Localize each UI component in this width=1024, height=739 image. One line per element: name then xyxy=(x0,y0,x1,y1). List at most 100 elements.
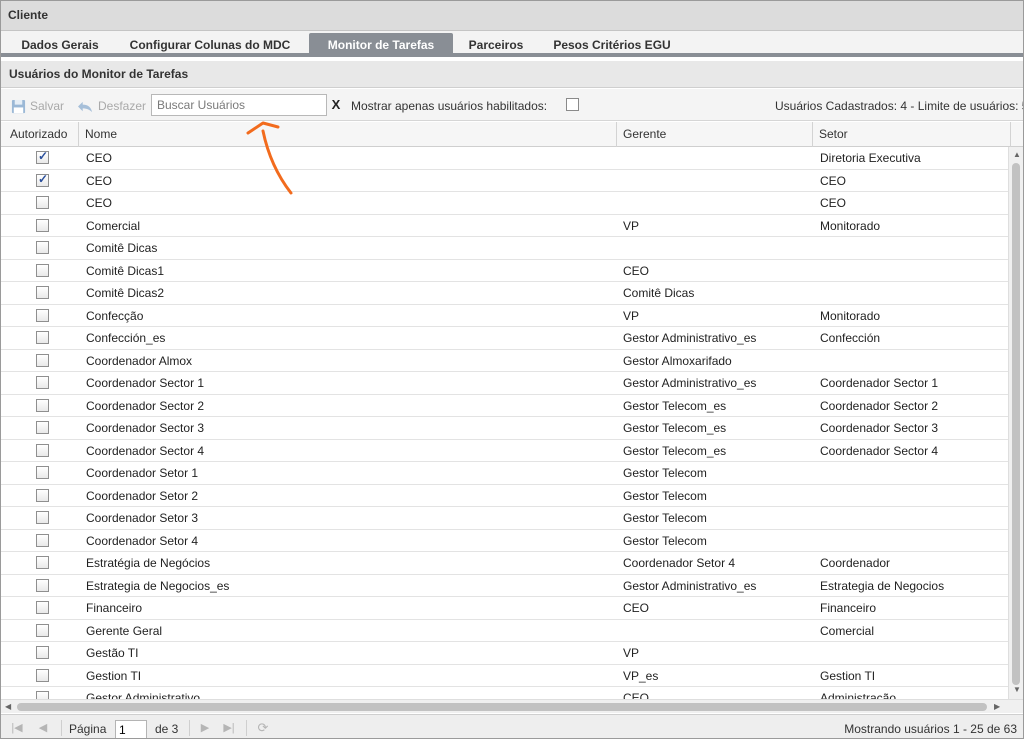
cell-nome: Coordenador Setor 2 xyxy=(86,488,199,503)
table-row[interactable]: CEO CEO xyxy=(1,192,1008,215)
authorized-checkbox[interactable] xyxy=(36,466,49,479)
vertical-scroll-thumb[interactable] xyxy=(1012,163,1020,685)
cell-nome: Gerente Geral xyxy=(86,623,163,638)
authorized-checkbox[interactable] xyxy=(36,149,49,164)
table-row[interactable]: Confección_es Gestor Administrativo_es Con… xyxy=(1,327,1008,350)
save-button[interactable]: Salvar xyxy=(11,97,64,115)
scroll-up-icon[interactable]: ▲ xyxy=(1013,150,1021,159)
authorized-checkbox[interactable] xyxy=(36,241,49,254)
cell-gerente: Gestor Almoxarifado xyxy=(623,353,732,368)
tab-configurar-colunas[interactable]: Configurar Colunas do MDC xyxy=(119,33,301,57)
table-row[interactable]: Coordenador Setor 1 Gestor Telecom xyxy=(1,462,1008,485)
authorized-checkbox[interactable] xyxy=(36,218,49,232)
authorized-checkbox[interactable] xyxy=(36,353,49,367)
window-title: Cliente xyxy=(8,8,49,22)
table-row[interactable]: Gestor Administrativo CEO Administração xyxy=(1,687,1008,699)
vertical-scrollbar[interactable]: ▲ ▼ xyxy=(1008,147,1023,699)
tab-pesos-criterios[interactable]: Pesos Critérios EGU xyxy=(541,33,683,57)
authorized-checkbox[interactable] xyxy=(36,172,49,187)
table-row[interactable]: Confecção VP Monitorado xyxy=(1,305,1008,327)
cell-gerente: Gestor Telecom xyxy=(623,533,707,548)
authorized-checkbox[interactable] xyxy=(36,556,49,569)
table-row[interactable]: Coordenador Almox Gestor Almoxarifado xyxy=(1,350,1008,372)
scroll-left-icon[interactable]: ◀ xyxy=(5,702,11,711)
table-row[interactable]: Coordenador Setor 2 Gestor Telecom xyxy=(1,485,1008,507)
cell-setor: Estrategia de Negocios xyxy=(820,578,945,593)
table-row[interactable]: Coordenador Setor 3 Gestor Telecom xyxy=(1,507,1008,530)
section-header: Usuários do Monitor de Tarefas xyxy=(1,61,1023,88)
authorized-checkbox[interactable] xyxy=(36,376,49,389)
column-header-nome[interactable]: Nome xyxy=(79,122,617,147)
window-frame: Cliente Dados Gerais Configurar Colunas … xyxy=(0,0,1024,739)
scroll-down-icon[interactable]: ▼ xyxy=(1013,685,1021,694)
table-row[interactable]: Comitê Dicas1 CEO xyxy=(1,260,1008,282)
authorized-checkbox[interactable] xyxy=(36,488,49,502)
table-row[interactable]: Gerente Geral Comercial xyxy=(1,620,1008,642)
save-label: Salvar xyxy=(30,99,65,113)
cell-nome: Gestion TI xyxy=(86,668,142,683)
only-enabled-checkbox[interactable] xyxy=(566,98,579,111)
authorized-checkbox[interactable] xyxy=(36,668,49,682)
authorized-checkbox[interactable] xyxy=(36,511,49,524)
authorized-checkbox[interactable] xyxy=(36,286,49,299)
horizontal-scrollbar[interactable]: ◀ ▶ xyxy=(1,699,1023,713)
page-number-input[interactable] xyxy=(115,720,147,738)
table-row[interactable]: CEO CEO xyxy=(1,170,1008,192)
cell-setor: Coordenador Sector 3 xyxy=(820,421,939,435)
table-row[interactable]: Comitê Dicas xyxy=(1,237,1008,260)
table-row[interactable]: CEO Diretoria Executiva xyxy=(1,147,1008,170)
scroll-right-icon[interactable]: ▶ xyxy=(994,702,1000,711)
authorized-checkbox[interactable] xyxy=(36,421,49,434)
authorized-checkbox[interactable] xyxy=(36,263,49,277)
users-grid: CEO Diretoria Executiva CEO CEO CEO CEO Comerc… xyxy=(1,147,1008,699)
table-row[interactable]: Financeiro CEO Financeiro xyxy=(1,597,1008,620)
authorized-checkbox[interactable] xyxy=(36,533,49,547)
horizontal-scroll-thumb[interactable] xyxy=(17,703,987,711)
column-header-gerente[interactable]: Gerente xyxy=(617,122,813,147)
authorized-checkbox[interactable] xyxy=(36,443,49,457)
table-row[interactable]: Coordenador Sector 2 Gestor Telecom_es Coo… xyxy=(1,395,1008,417)
table-row[interactable]: Gestion TI VP_es Gestion TI xyxy=(1,665,1008,687)
cell-nome: Coordenador Sector 4 xyxy=(86,443,205,458)
prev-page-icon[interactable]: ◀ xyxy=(37,722,49,734)
cell-gerente: Gestor Telecom_es xyxy=(623,421,727,435)
authorized-checkbox[interactable] xyxy=(36,578,49,592)
column-header-setor[interactable]: Setor xyxy=(813,122,1011,147)
authorized-checkbox[interactable] xyxy=(36,623,49,637)
table-row[interactable]: Coordenador Sector 3 Gestor Telecom_es Coo… xyxy=(1,417,1008,440)
first-page-icon[interactable]: |◀ xyxy=(11,722,23,734)
authorized-checkbox[interactable] xyxy=(36,691,49,699)
page-total-label: de 3 xyxy=(155,722,179,736)
next-page-icon[interactable]: ▶ xyxy=(199,722,211,734)
column-header-autorizado[interactable]: Autorizado xyxy=(1,122,79,147)
undo-button[interactable]: Desfazer xyxy=(77,97,146,115)
cell-nome: Estratégia de Negócios xyxy=(86,556,211,570)
authorized-checkbox[interactable] xyxy=(36,331,49,344)
table-row[interactable]: Comercial VP Monitorado xyxy=(1,215,1008,237)
cell-nome: Financeiro xyxy=(86,601,143,615)
only-enabled-label: Mostrar apenas usuários habilitados: xyxy=(351,99,548,113)
authorized-checkbox[interactable] xyxy=(36,646,49,659)
toolbar: Salvar Desfazer X Mostrar apenas usuário… xyxy=(1,89,1023,121)
authorized-checkbox[interactable] xyxy=(36,308,49,322)
tab-dados-gerais[interactable]: Dados Gerais xyxy=(7,33,113,57)
users-count-text: Usuários Cadastrados: 4 - Limite de usuá… xyxy=(775,99,1024,113)
table-row[interactable]: Coordenador Sector 4 Gestor Telecom_es Coo… xyxy=(1,440,1008,462)
authorized-checkbox[interactable] xyxy=(36,196,49,209)
tab-monitor-de-tarefas[interactable]: Monitor de Tarefas xyxy=(309,33,453,57)
table-row[interactable]: Estrategia de Negocios_es Gestor Administ… xyxy=(1,575,1008,597)
table-row[interactable]: Gestão TI VP xyxy=(1,642,1008,665)
search-input[interactable] xyxy=(151,94,327,116)
clear-search-button[interactable]: X xyxy=(328,94,344,116)
last-page-icon[interactable]: ▶| xyxy=(223,722,235,734)
table-row[interactable]: Coordenador Sector 1 Gestor Administrativ… xyxy=(1,372,1008,395)
refresh-icon[interactable]: ⟳ xyxy=(257,721,269,734)
table-row[interactable]: Comitê Dicas2 Comitê Dicas xyxy=(1,282,1008,305)
authorized-checkbox[interactable] xyxy=(36,601,49,614)
undo-label: Desfazer xyxy=(98,99,147,113)
table-row[interactable]: Estratégia de Negócios Coordenador Setor … xyxy=(1,552,1008,575)
authorized-checkbox[interactable] xyxy=(36,398,49,412)
tab-parceiros[interactable]: Parceiros xyxy=(459,33,533,57)
table-row[interactable]: Coordenador Setor 4 Gestor Telecom xyxy=(1,530,1008,552)
cell-gerente: Gestor Telecom xyxy=(623,488,707,503)
